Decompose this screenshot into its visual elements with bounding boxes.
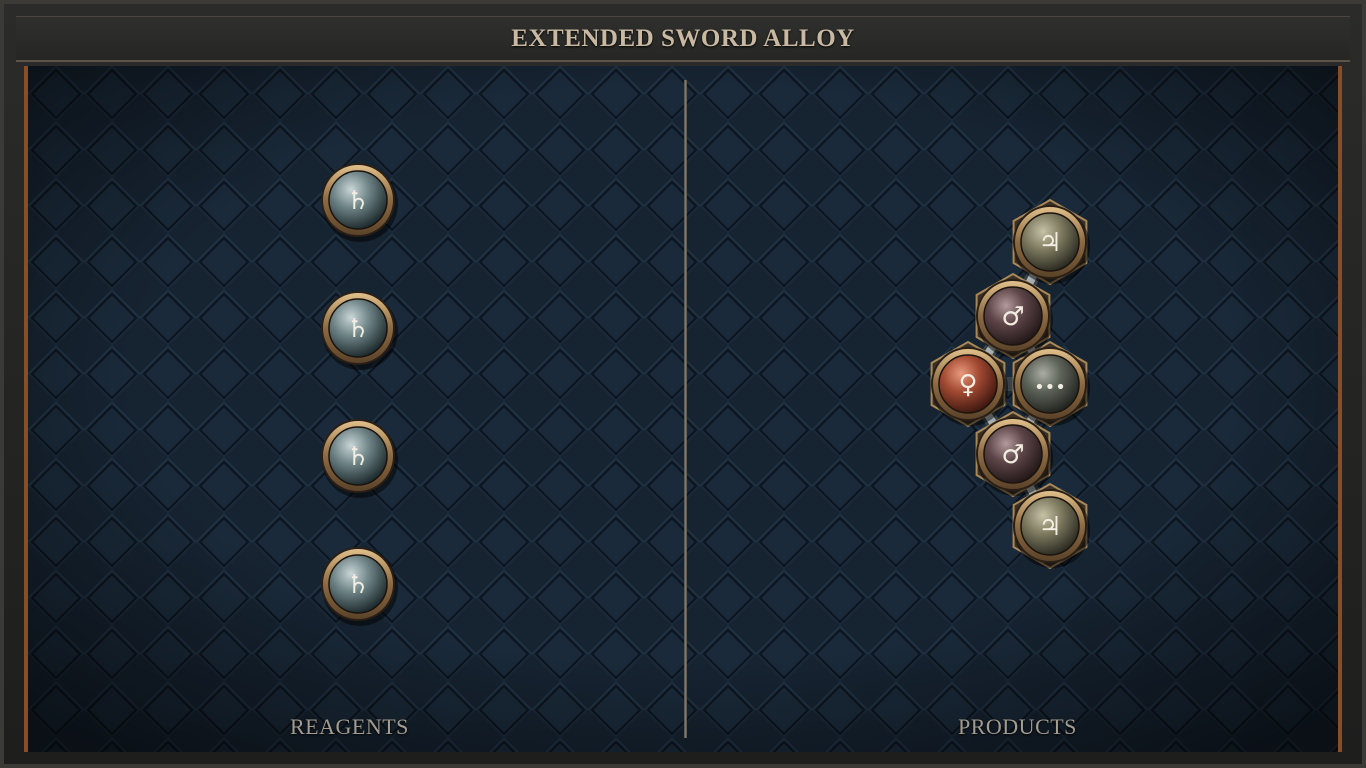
product-atom-1-iron-symbol: ♂ [1001,302,1024,332]
puzzle-board: ♄ ♄ ♄ ♄ ♃ ♂ ♀ ••• ♂ ♃ REAGENTS PRODUCTS [24,66,1342,752]
puzzle-title: EXTENDED SWORD ALLOY [511,24,855,52]
reagent-atom-lead: ♄ [321,547,398,626]
product-atom-3-salt-vacancy-symbol: ••• [1034,377,1066,398]
product-atom-4-iron-symbol: ♂ [1001,440,1024,470]
reagent-atom-lead: ♄ [321,163,398,242]
products-label: PRODUCTS [958,714,1077,739]
reagent-atom-lead-symbol: ♄ [346,570,369,600]
molecule-layer: ♄ ♄ ♄ ♄ ♃ ♂ ♀ ••• ♂ ♃ [321,163,1090,626]
reagent-atom-lead: ♄ [321,291,398,370]
product-atom-5-tin-symbol: ♃ [1038,512,1061,542]
reagent-atom-lead-symbol: ♄ [346,314,369,344]
title-bar: EXTENDED SWORD ALLOY [16,16,1350,62]
product-atom-0-tin-symbol: ♃ [1038,228,1061,258]
product-atom-2-copper-symbol: ♀ [958,370,977,400]
reagent-atom-lead-symbol: ♄ [346,186,369,216]
reagent-atom-lead-symbol: ♄ [346,442,369,472]
reagent-atom-lead: ♄ [321,419,398,498]
reagents-label: REAGENTS [290,714,409,739]
